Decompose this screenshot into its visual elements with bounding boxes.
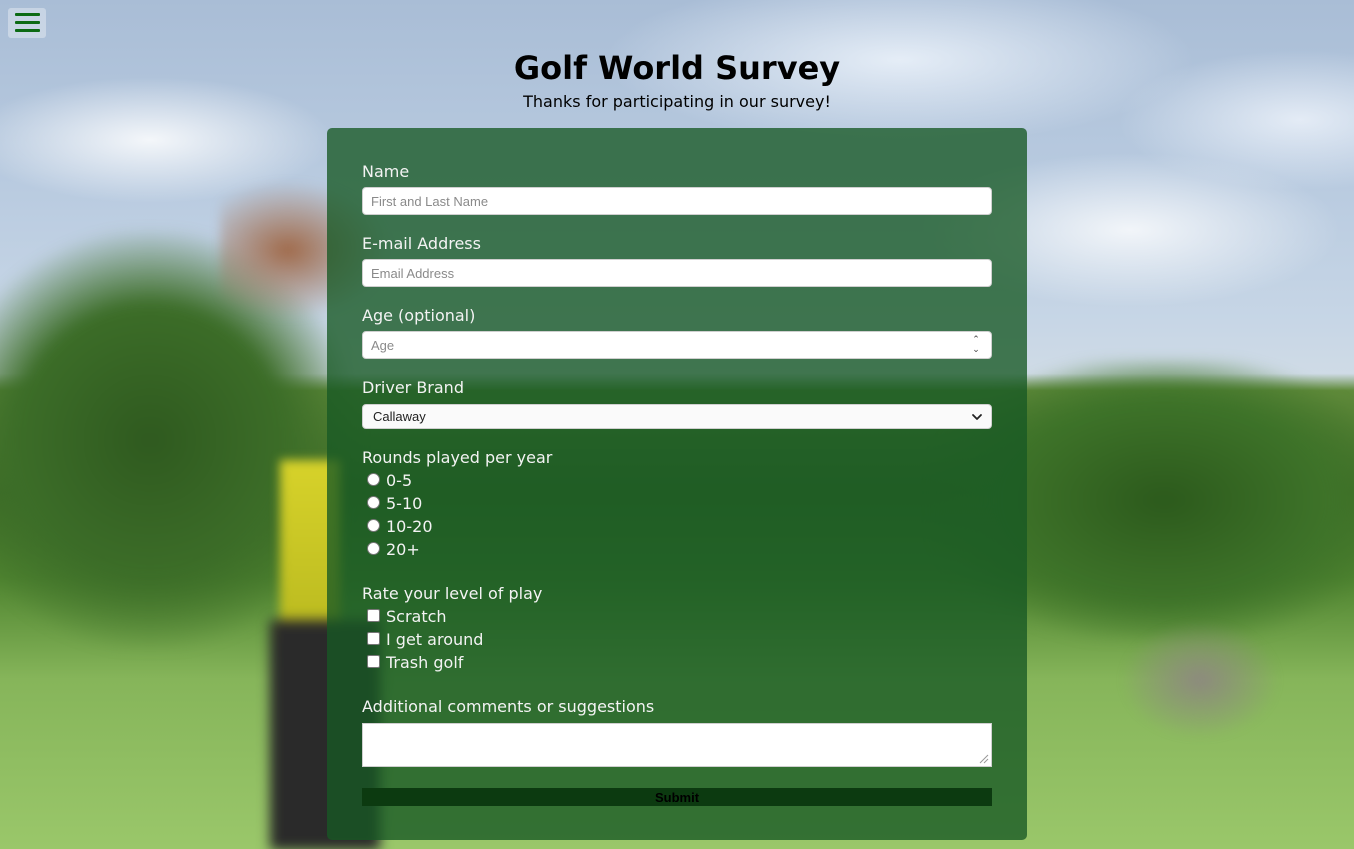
email-input[interactable]	[362, 259, 992, 287]
submit-button[interactable]: Submit	[362, 788, 992, 806]
age-field[interactable]: ⌃ ⌄	[362, 331, 992, 359]
rounds-option-label: 0-5	[386, 471, 413, 490]
rounds-option-label: 5-10	[386, 494, 423, 513]
age-label: Age (optional)	[362, 306, 476, 325]
checkbox[interactable]	[367, 655, 380, 668]
survey-form: Name E-mail Address Age (optional) ⌃ ⌄ D…	[327, 128, 1027, 840]
comments-textarea[interactable]	[362, 723, 992, 767]
comments-label: Additional comments or suggestions	[362, 697, 655, 716]
checkbox[interactable]	[367, 632, 380, 645]
page-title: Golf World Survey	[513, 49, 841, 87]
driver-brand-select[interactable]: Callaway	[362, 404, 992, 429]
chevron-down-icon[interactable]: ⌄	[971, 345, 981, 355]
email-label: E-mail Address	[362, 234, 481, 253]
background-path	[1120, 620, 1280, 740]
age-stepper[interactable]: ⌃ ⌄	[971, 334, 981, 356]
level-option-label: Scratch	[386, 607, 447, 626]
radio-button[interactable]	[367, 496, 380, 509]
level-label: Rate your level of play	[362, 584, 543, 603]
checkbox[interactable]	[367, 609, 380, 622]
driver-brand-selected-value: Callaway	[373, 409, 426, 424]
level-option-label: Trash golf	[386, 653, 464, 672]
hamburger-menu-icon[interactable]	[8, 8, 46, 38]
rounds-label: Rounds played per year	[362, 448, 553, 467]
chevron-down-icon	[972, 414, 982, 420]
resize-grip-icon[interactable]	[977, 752, 989, 764]
menu-bar	[15, 13, 40, 16]
level-option-label: I get around	[386, 630, 484, 649]
age-input[interactable]	[363, 332, 979, 358]
name-input[interactable]	[362, 187, 992, 215]
menu-bar	[15, 21, 40, 24]
name-label: Name	[362, 162, 410, 181]
rounds-option-label: 10-20	[386, 517, 433, 536]
chevron-up-icon[interactable]: ⌃	[971, 335, 981, 345]
page-subtitle: Thanks for participating in our survey!	[523, 92, 831, 111]
radio-button[interactable]	[367, 542, 380, 555]
rounds-option-label: 20+	[386, 540, 420, 559]
radio-button[interactable]	[367, 473, 380, 486]
driver-brand-label: Driver Brand	[362, 378, 464, 397]
menu-bar	[15, 29, 40, 32]
radio-button[interactable]	[367, 519, 380, 532]
